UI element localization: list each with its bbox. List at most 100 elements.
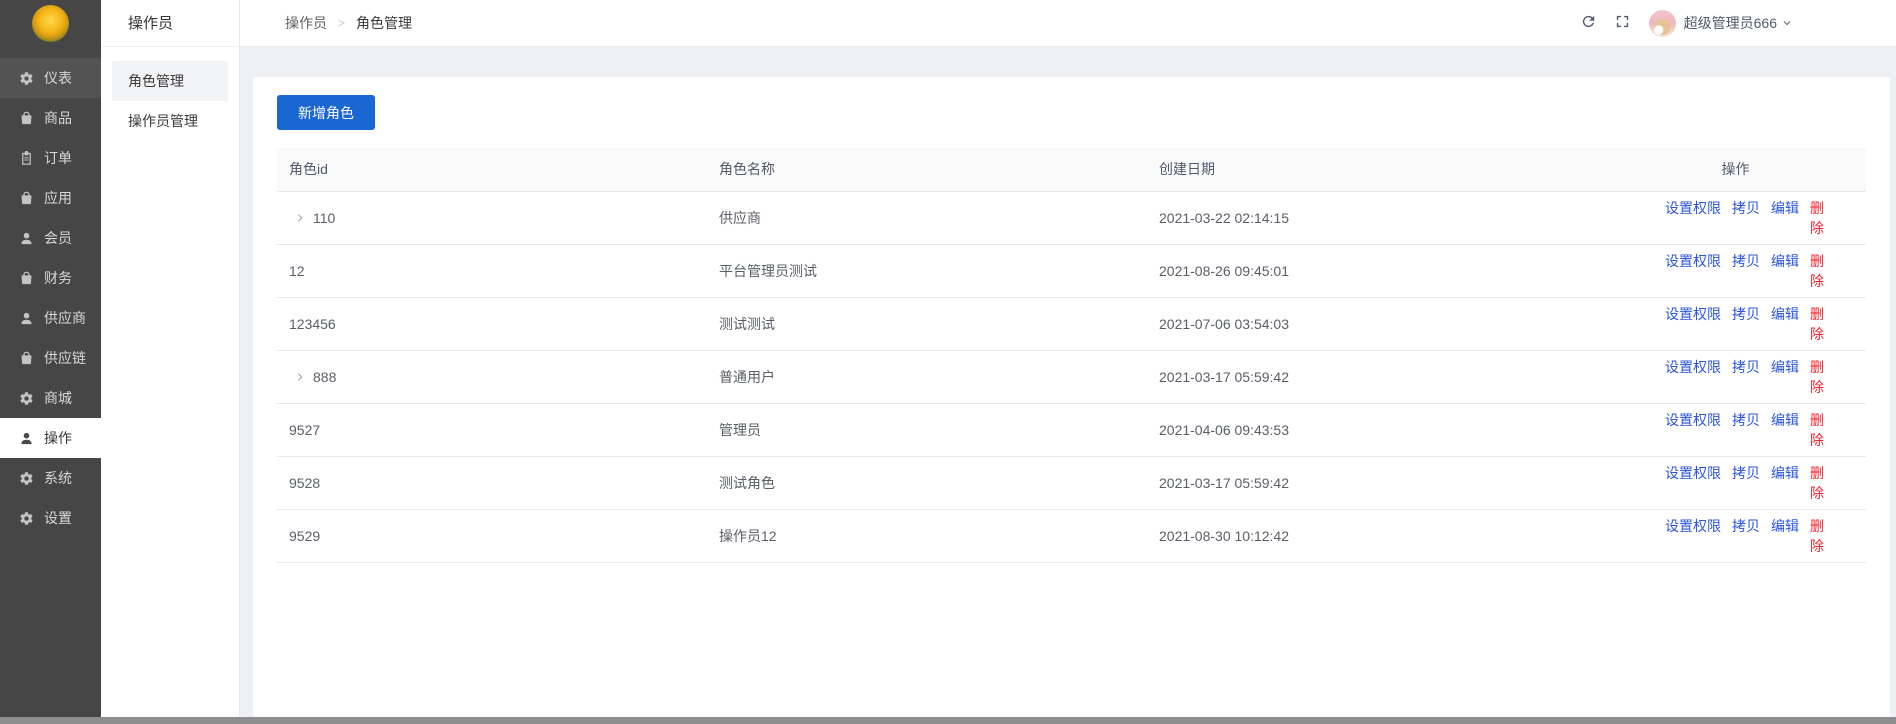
sidebar-item-2[interactable]: 商品 <box>0 98 101 138</box>
action-copy[interactable]: 拷贝 <box>1732 253 1760 269</box>
cell-role-id: 110 <box>277 191 707 245</box>
action-delete[interactable]: 删除 <box>1810 465 1824 501</box>
bag-icon <box>19 111 34 126</box>
sidebar-item-10[interactable]: 操作 <box>0 418 101 458</box>
action-delete[interactable]: 删除 <box>1810 200 1824 236</box>
sidebar-item-label: 系统 <box>44 470 72 486</box>
submenu-title: 操作员 <box>101 0 239 47</box>
action-delete[interactable]: 删除 <box>1810 518 1824 554</box>
role-table: 角色id 角色名称 创建日期 操作 110 供应商 2021-03-22 02:… <box>277 148 1866 563</box>
sidebar-item-9[interactable]: 商城 <box>0 378 101 418</box>
row-actions: 设置权限 拷贝 编辑 删除 <box>1647 350 1866 404</box>
cell-role-id: 888 <box>277 350 707 404</box>
fullscreen-icon <box>1614 13 1631 33</box>
column-header-actions: 操作 <box>1647 148 1866 192</box>
action-set-permissions[interactable]: 设置权限 <box>1665 465 1721 481</box>
role-id-value: 12 <box>289 262 305 279</box>
action-copy[interactable]: 拷贝 <box>1732 465 1760 481</box>
sidebar-item-3[interactable]: 订单 <box>0 138 101 178</box>
cell-role-id: 9529 <box>277 509 707 563</box>
submenu-list: 角色管理 操作员管理 <box>101 47 239 155</box>
cell-created-date: 2021-07-06 03:54:03 <box>1147 297 1647 351</box>
gear-icon <box>19 71 34 86</box>
main-area: 操作员 > 角色管理 超级管理员666 新增角色 角色id 角色名称 创建日期 … <box>240 0 1896 724</box>
sidebar-item-7[interactable]: 供应商 <box>0 298 101 338</box>
action-copy[interactable]: 拷贝 <box>1732 518 1760 534</box>
cell-role-name: 供应商 <box>707 191 1147 245</box>
bag-icon <box>19 351 34 366</box>
sidebar-item-label: 商城 <box>44 390 72 406</box>
action-delete[interactable]: 删除 <box>1810 412 1824 448</box>
action-set-permissions[interactable]: 设置权限 <box>1665 306 1721 322</box>
primary-sidebar: 仪表商品订单应用 会员财务供应商 供应链商城操作系统设置 <box>0 0 101 724</box>
submenu-item-1[interactable]: 角色管理 <box>112 61 228 101</box>
table-row: 888 普通用户 2021-03-17 05:59:42 设置权限 拷贝 编辑 删除 <box>277 350 1866 404</box>
sidebar-item-11[interactable]: 系统 <box>0 458 101 498</box>
cell-role-id: 9527 <box>277 403 707 457</box>
table-row: 9527 管理员 2021-04-06 09:43:53 设置权限 拷贝 编辑 删除 <box>277 403 1866 457</box>
action-copy[interactable]: 拷贝 <box>1732 306 1760 322</box>
expand-row-icon[interactable] <box>295 210 305 226</box>
action-edit[interactable]: 编辑 <box>1771 412 1799 428</box>
action-edit[interactable]: 编辑 <box>1771 200 1799 216</box>
action-copy[interactable]: 拷贝 <box>1732 359 1760 375</box>
cell-created-date: 2021-03-17 05:59:42 <box>1147 456 1647 510</box>
action-set-permissions[interactable]: 设置权限 <box>1665 518 1721 534</box>
breadcrumb: 操作员 > 角色管理 <box>285 13 412 33</box>
sidebar-item-label: 财务 <box>44 270 72 286</box>
action-edit[interactable]: 编辑 <box>1771 465 1799 481</box>
chevron-right-icon: > <box>338 16 346 30</box>
table-row: 9528 测试角色 2021-03-17 05:59:42 设置权限 拷贝 编辑 删除 <box>277 456 1866 510</box>
cell-created-date: 2021-04-06 09:43:53 <box>1147 403 1647 457</box>
role-id-value: 888 <box>313 368 337 385</box>
table-header-row: 角色id 角色名称 创建日期 操作 <box>277 148 1866 192</box>
sidebar-item-4[interactable]: 应用 <box>0 178 101 218</box>
cell-role-id: 123456 <box>277 297 707 351</box>
user-name: 超级管理员666 <box>1683 15 1777 31</box>
action-copy[interactable]: 拷贝 <box>1732 412 1760 428</box>
sidebar-item-8[interactable]: 供应链 <box>0 338 101 378</box>
horizontal-scrollbar[interactable] <box>0 717 1896 724</box>
action-delete[interactable]: 删除 <box>1810 253 1824 289</box>
action-set-permissions[interactable]: 设置权限 <box>1665 412 1721 428</box>
role-management-card: 新增角色 角色id 角色名称 创建日期 操作 110 供应商 2021-03-2… <box>253 77 1890 724</box>
column-header-role-id: 角色id <box>277 148 707 192</box>
expand-row-icon[interactable] <box>295 369 305 385</box>
action-edit[interactable]: 编辑 <box>1771 306 1799 322</box>
user-icon <box>19 311 34 326</box>
sidebar-item-6[interactable]: 财务 <box>0 258 101 298</box>
role-id-value: 9529 <box>289 527 321 544</box>
column-header-created-date: 创建日期 <box>1147 148 1647 192</box>
action-delete[interactable]: 删除 <box>1810 306 1824 342</box>
breadcrumb-item-parent[interactable]: 操作员 <box>285 13 327 33</box>
add-role-button[interactable]: 新增角色 <box>277 95 375 130</box>
role-id-value: 110 <box>313 209 336 226</box>
fullscreen-button[interactable] <box>1614 13 1631 33</box>
action-edit[interactable]: 编辑 <box>1771 359 1799 375</box>
sidebar-item-label: 订单 <box>44 150 72 166</box>
cell-role-name: 测试测试 <box>707 297 1147 351</box>
action-delete[interactable]: 删除 <box>1810 359 1824 395</box>
action-set-permissions[interactable]: 设置权限 <box>1665 253 1721 269</box>
action-set-permissions[interactable]: 设置权限 <box>1665 200 1721 216</box>
user-menu[interactable]: 超级管理员666 <box>1648 9 1793 37</box>
sidebar-item-label: 仪表 <box>44 70 72 86</box>
topbar-right: 超级管理员666 <box>1580 9 1793 37</box>
sidebar-item-12[interactable]: 设置 <box>0 498 101 538</box>
cell-created-date: 2021-08-30 10:12:42 <box>1147 509 1647 563</box>
user-icon <box>19 431 34 446</box>
cell-role-id: 12 <box>277 244 707 298</box>
gear-icon <box>19 471 34 486</box>
row-actions: 设置权限 拷贝 编辑 删除 <box>1647 509 1866 563</box>
action-set-permissions[interactable]: 设置权限 <box>1665 359 1721 375</box>
app-logo <box>0 0 101 47</box>
sidebar-item-label: 商品 <box>44 110 72 126</box>
row-actions: 设置权限 拷贝 编辑 删除 <box>1647 403 1866 457</box>
refresh-button[interactable] <box>1580 13 1597 33</box>
action-edit[interactable]: 编辑 <box>1771 253 1799 269</box>
action-copy[interactable]: 拷贝 <box>1732 200 1760 216</box>
sidebar-item-1[interactable]: 仪表 <box>0 58 101 98</box>
action-edit[interactable]: 编辑 <box>1771 518 1799 534</box>
sidebar-item-5[interactable]: 会员 <box>0 218 101 258</box>
submenu-item-2[interactable]: 操作员管理 <box>112 101 228 141</box>
